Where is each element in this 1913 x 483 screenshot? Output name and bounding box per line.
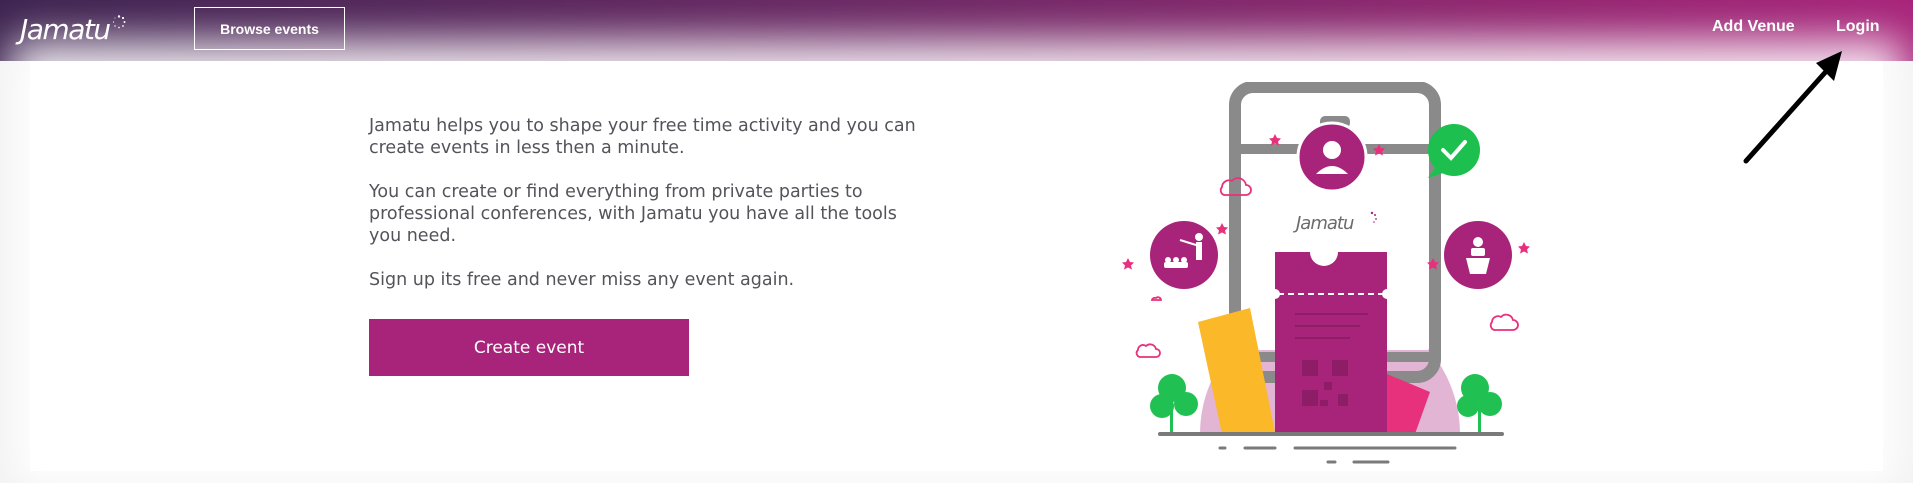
intro-paragraph-1: Jamatu helps you to shape your free time… [369,116,916,158]
phone-logo-text: Jamatu [1293,213,1354,234]
intro-paragraph-3: Sign up its free and never miss any even… [369,270,795,290]
presenter-icon [1150,221,1218,289]
phone-illustration: Jamatu [1122,82,1530,464]
user-icon [1296,121,1368,193]
checkmark-icon [1428,124,1480,178]
logo-dots-icon [112,15,126,29]
intro-text: Jamatu helps you to shape your free time… [369,115,929,313]
login-link[interactable]: Login [1836,18,1880,36]
logo-text: Jamatu [20,13,111,46]
arrow-pointer-icon [1743,51,1842,164]
main-content-panel [30,61,1883,471]
intro-paragraph-2: You can create or find everything from p… [369,182,897,246]
create-event-button[interactable]: Create event [369,319,689,376]
top-navigation-bar: Jamatu Browse events Add Venue Login [0,0,1913,61]
speaker-podium-icon [1444,221,1512,289]
browse-events-button[interactable]: Browse events [194,7,345,50]
add-venue-link[interactable]: Add Venue [1712,18,1795,36]
jamatu-logo[interactable]: Jamatu [20,12,126,48]
